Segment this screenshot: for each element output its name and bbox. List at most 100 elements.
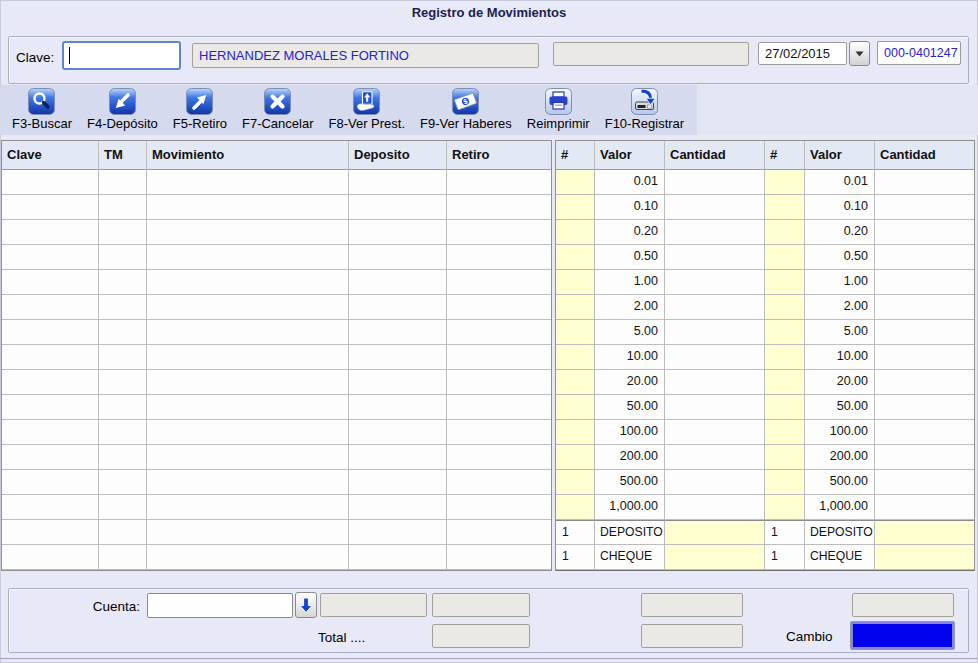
denom-count-cell[interactable] (765, 295, 805, 320)
denom-count-cell[interactable] (765, 245, 805, 270)
denom-count-cell[interactable] (765, 220, 805, 245)
special-count-cell: 1 (556, 545, 595, 570)
movement-cell (99, 170, 147, 195)
denominations-table: #ValorCantidad#ValorCantidad0.010.010.10… (555, 140, 975, 571)
denom-qty-cell (875, 345, 974, 370)
denom-count-cell[interactable] (556, 445, 595, 470)
denom-value-cell: 100.00 (595, 420, 665, 445)
denom-count-cell[interactable] (556, 170, 595, 195)
movement-cell (447, 295, 551, 320)
toolbar-button-f3-buscar[interactable]: F3-Buscar (12, 88, 72, 132)
denom-qty-cell (875, 445, 974, 470)
movement-cell (99, 245, 147, 270)
movement-cell (99, 295, 147, 320)
denominations-col-header: Valor (595, 141, 665, 170)
denom-count-cell[interactable] (765, 420, 805, 445)
denom-count-cell[interactable] (556, 370, 595, 395)
cuenta-dropdown-button[interactable] (295, 592, 317, 618)
denom-count-cell[interactable] (765, 320, 805, 345)
denom-count-cell[interactable] (556, 270, 595, 295)
date-field[interactable]: 27/02/2015 (758, 42, 847, 65)
movement-cell (147, 395, 349, 420)
toolbar-button-f5-retiro[interactable]: F5-Retiro (173, 88, 227, 132)
movement-cell (349, 395, 447, 420)
movement-cell (2, 195, 99, 220)
denom-count-cell[interactable] (556, 320, 595, 345)
special-qty-cell[interactable] (665, 520, 765, 545)
denom-count-cell[interactable] (556, 470, 595, 495)
deposit-arrow-icon (109, 88, 136, 116)
movement-cell (147, 295, 349, 320)
denom-count-cell[interactable] (556, 345, 595, 370)
denom-count-cell[interactable] (556, 220, 595, 245)
movement-cell (99, 270, 147, 295)
toolbar-button-f7-cancelar[interactable]: F7-Cancelar (242, 88, 314, 132)
denom-count-cell[interactable] (765, 270, 805, 295)
movement-cell (2, 420, 99, 445)
denom-count-cell[interactable] (556, 495, 595, 520)
denom-count-cell[interactable] (556, 395, 595, 420)
movement-cell (447, 395, 551, 420)
movement-cell (447, 545, 551, 570)
date-dropdown-button[interactable] (849, 41, 870, 66)
printer-icon (545, 88, 572, 116)
denom-qty-cell (875, 220, 974, 245)
clave-input[interactable] (62, 41, 181, 70)
denom-count-cell[interactable] (765, 345, 805, 370)
special-qty-cell[interactable] (875, 545, 974, 570)
denom-count-cell[interactable] (556, 420, 595, 445)
denom-count-cell[interactable] (556, 245, 595, 270)
special-label-cell: CHEQUE (595, 545, 665, 570)
special-qty-cell[interactable] (875, 520, 974, 545)
denom-count-cell[interactable] (765, 170, 805, 195)
movement-cell (349, 320, 447, 345)
denominations-col-header: Cantidad (875, 141, 974, 170)
denom-count-cell[interactable] (765, 445, 805, 470)
movement-cell (147, 170, 349, 195)
toolbar-button-f10-registrar[interactable]: F10-Registrar (605, 88, 684, 132)
date-text: 27/02/2015 (765, 46, 830, 61)
movement-cell (99, 345, 147, 370)
cuenta-input[interactable] (147, 593, 293, 618)
special-qty-cell[interactable] (665, 545, 765, 570)
hand-loan-icon (353, 88, 380, 116)
denominations-col-header: Valor (805, 141, 875, 170)
movements-col-header: TM (99, 141, 147, 170)
denom-count-cell[interactable] (765, 370, 805, 395)
special-label-cell: DEPOSITO (595, 520, 665, 545)
clave-label: Clave: (16, 50, 54, 65)
toolbar-button-label: F8-Ver Prest. (329, 116, 406, 132)
toolbar-button-label: F10-Registrar (605, 116, 684, 132)
toolbar-button-label: Reimprimir (527, 116, 590, 132)
denom-qty-cell (665, 370, 765, 395)
special-count-cell: 1 (765, 545, 805, 570)
movement-cell (447, 320, 551, 345)
denom-value-cell: 0.10 (595, 195, 665, 220)
denom-count-cell[interactable] (556, 295, 595, 320)
denom-count-cell[interactable] (765, 395, 805, 420)
toolbar-button-label: F5-Retiro (173, 116, 227, 132)
movement-cell (349, 295, 447, 320)
denom-value-cell: 20.00 (595, 370, 665, 395)
movement-cell (147, 220, 349, 245)
movement-cell (147, 420, 349, 445)
toolbar-button-f4-dep-sito[interactable]: F4-Depósito (87, 88, 158, 132)
movement-cell (2, 495, 99, 520)
denom-value-cell: 1.00 (805, 270, 875, 295)
movement-cell (349, 245, 447, 270)
movement-cell (2, 270, 99, 295)
toolbar-button-f9-ver-haberes[interactable]: $F9-Ver Haberes (420, 88, 512, 132)
denom-count-cell[interactable] (765, 470, 805, 495)
account-number-field[interactable]: 000-0401247 (877, 41, 961, 65)
toolbar-button-reimprimir[interactable]: Reimprimir (527, 88, 590, 132)
denom-count-cell[interactable] (765, 195, 805, 220)
denom-value-cell: 1.00 (595, 270, 665, 295)
movement-cell (349, 370, 447, 395)
denom-count-cell[interactable] (765, 495, 805, 520)
denom-count-cell[interactable] (556, 195, 595, 220)
denom-qty-cell (665, 445, 765, 470)
movement-cell (447, 470, 551, 495)
toolbar-button-f8-ver-prest-[interactable]: F8-Ver Prest. (329, 88, 406, 132)
denom-value-cell: 0.01 (805, 170, 875, 195)
movement-cell (447, 520, 551, 545)
